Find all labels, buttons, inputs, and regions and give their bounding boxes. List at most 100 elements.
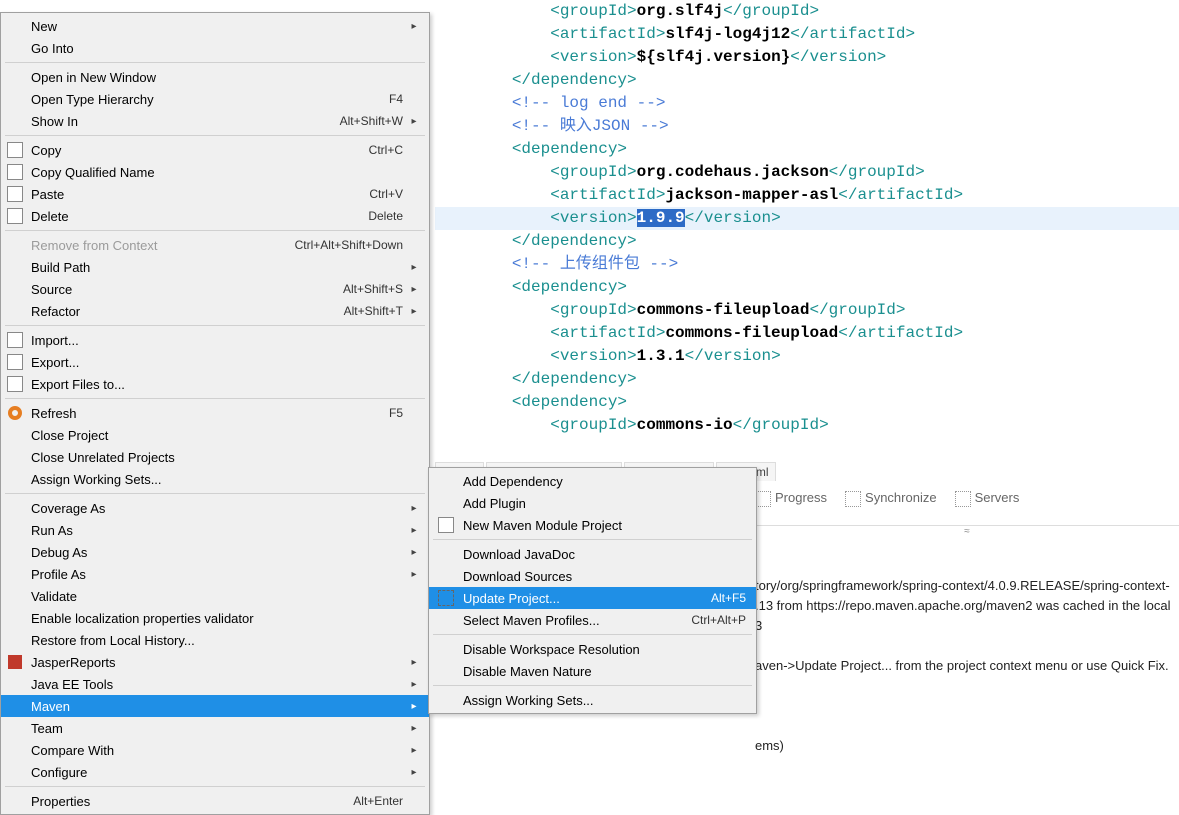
menu-item[interactable]: Restore from Local History... (1, 629, 429, 651)
menu-separator (5, 493, 425, 494)
menu-item[interactable]: Export Files to... (1, 373, 429, 395)
no-icon (5, 68, 25, 86)
menu-item[interactable]: Coverage As▸ (1, 497, 429, 519)
no-icon (5, 258, 25, 276)
menu-item-shortcut: Alt+Shift+W (340, 114, 403, 128)
menu-item[interactable]: Build Path▸ (1, 256, 429, 278)
menu-item[interactable]: PropertiesAlt+Enter (1, 790, 429, 812)
menu-item-label: Go Into (31, 41, 409, 56)
menu-item[interactable]: Assign Working Sets... (429, 689, 756, 711)
view-tab[interactable]: Synchronize (845, 490, 937, 507)
menu-item[interactable]: RefreshF5 (1, 402, 429, 424)
menu-item[interactable]: Compare With▸ (1, 739, 429, 761)
submenu-arrow-icon: ▸ (409, 723, 419, 734)
menu-item-label: Team (31, 721, 409, 736)
no-icon (5, 521, 25, 539)
submenu-arrow-icon: ▸ (409, 262, 419, 273)
menu-item-label: Compare With (31, 743, 409, 758)
menu-item-label: Debug As (31, 545, 409, 560)
menu-separator (5, 325, 425, 326)
no-icon (5, 719, 25, 737)
menu-item[interactable]: Download Sources (429, 565, 756, 587)
no-icon (5, 763, 25, 781)
menu-item[interactable]: SourceAlt+Shift+S▸ (1, 278, 429, 300)
menu-item[interactable]: Open in New Window (1, 66, 429, 88)
xml-editor[interactable]: <groupId>org.slf4j</groupId> <artifactId… (435, 0, 1179, 460)
menu-item-label: Properties (31, 794, 353, 809)
no-icon (5, 792, 25, 810)
menu-item[interactable]: Close Unrelated Projects (1, 446, 429, 468)
no-icon (5, 426, 25, 444)
view-tabs: Progress Synchronize Servers (755, 490, 1179, 512)
submenu-arrow-icon: ▸ (409, 306, 419, 317)
menu-item-shortcut: Delete (368, 209, 403, 223)
menu-item[interactable]: Profile As▸ (1, 563, 429, 585)
menu-item[interactable]: DeleteDelete (1, 205, 429, 227)
menu-item[interactable]: Add Plugin (429, 492, 756, 514)
submenu-arrow-icon: ▸ (409, 21, 419, 32)
menu-item[interactable]: CopyCtrl+C (1, 139, 429, 161)
no-icon (5, 565, 25, 583)
menu-item[interactable]: Disable Maven Nature (429, 660, 756, 682)
no-icon (5, 236, 25, 254)
menu-item-label: JasperReports (31, 655, 409, 670)
menu-item[interactable]: Maven▸ (1, 695, 429, 717)
menu-item[interactable]: PasteCtrl+V (1, 183, 429, 205)
menu-item[interactable]: Validate (1, 585, 429, 607)
menu-item-label: Build Path (31, 260, 409, 275)
menu-item[interactable]: Open Type HierarchyF4 (1, 88, 429, 110)
menu-item[interactable]: Export... (1, 351, 429, 373)
menu-item[interactable]: Java EE Tools▸ (1, 673, 429, 695)
no-icon (5, 697, 25, 715)
menu-item[interactable]: New▸ (1, 15, 429, 37)
menu-item-label: Add Dependency (463, 474, 746, 489)
menu-item-label: Add Plugin (463, 496, 746, 511)
maven-submenu: Add Dependency Add Plugin New Maven Module… (428, 467, 757, 714)
menu-item-shortcut: Alt+Enter (353, 794, 403, 808)
menu-item-label: Open Type Hierarchy (31, 92, 389, 107)
context-menu: New▸Go IntoOpen in New WindowOpen Type H… (0, 12, 430, 815)
box-icon (433, 516, 459, 534)
menu-item-shortcut: Ctrl+Alt+P (691, 613, 746, 627)
menu-item[interactable]: Assign Working Sets... (1, 468, 429, 490)
menu-item-label: Assign Working Sets... (31, 472, 409, 487)
view-tab[interactable]: Servers (955, 490, 1020, 507)
menu-item-label: Remove from Context (31, 238, 295, 253)
menu-item-label: Select Maven Profiles... (463, 613, 691, 628)
menu-item[interactable]: Select Maven Profiles...Ctrl+Alt+P (429, 609, 756, 631)
menu-item[interactable]: Show InAlt+Shift+W▸ (1, 110, 429, 132)
menu-item[interactable]: New Maven Module Project (429, 514, 756, 536)
menu-separator (5, 398, 425, 399)
menu-item-shortcut: Ctrl+C (369, 143, 403, 157)
menu-item-shortcut: Alt+Shift+T (344, 304, 403, 318)
menu-item[interactable]: Download JavaDoc (429, 543, 756, 565)
menu-item[interactable]: Team▸ (1, 717, 429, 739)
menu-separator (5, 230, 425, 231)
menu-item[interactable]: Import... (1, 329, 429, 351)
menu-item-label: Validate (31, 589, 409, 604)
menu-item[interactable]: Run As▸ (1, 519, 429, 541)
menu-item[interactable]: JasperReports▸ (1, 651, 429, 673)
menu-item[interactable]: RefactorAlt+Shift+T▸ (1, 300, 429, 322)
no-icon (5, 448, 25, 466)
minimize-panel-bar[interactable]: ≈ (755, 525, 1179, 540)
menu-item[interactable]: Configure▸ (1, 761, 429, 783)
menu-item[interactable]: Add Dependency (429, 470, 756, 492)
no-icon (433, 567, 459, 585)
menu-item[interactable]: Enable localization properties validator (1, 607, 429, 629)
no-icon (5, 280, 25, 298)
view-icon (845, 491, 861, 507)
menu-item[interactable]: Copy Qualified Name (1, 161, 429, 183)
menu-item[interactable]: Disable Workspace Resolution (429, 638, 756, 660)
menu-item-label: Coverage As (31, 501, 409, 516)
menu-item-label: Download Sources (463, 569, 746, 584)
menu-item-shortcut: Alt+F5 (711, 591, 746, 605)
no-icon (5, 470, 25, 488)
view-tab[interactable]: Progress (755, 490, 827, 507)
menu-item[interactable]: Close Project (1, 424, 429, 446)
menu-item[interactable]: Update Project...Alt+F5 (429, 587, 756, 609)
menu-item[interactable]: Debug As▸ (1, 541, 429, 563)
menu-item-label: Update Project... (463, 591, 711, 606)
menu-item-label: Java EE Tools (31, 677, 409, 692)
menu-item[interactable]: Go Into (1, 37, 429, 59)
